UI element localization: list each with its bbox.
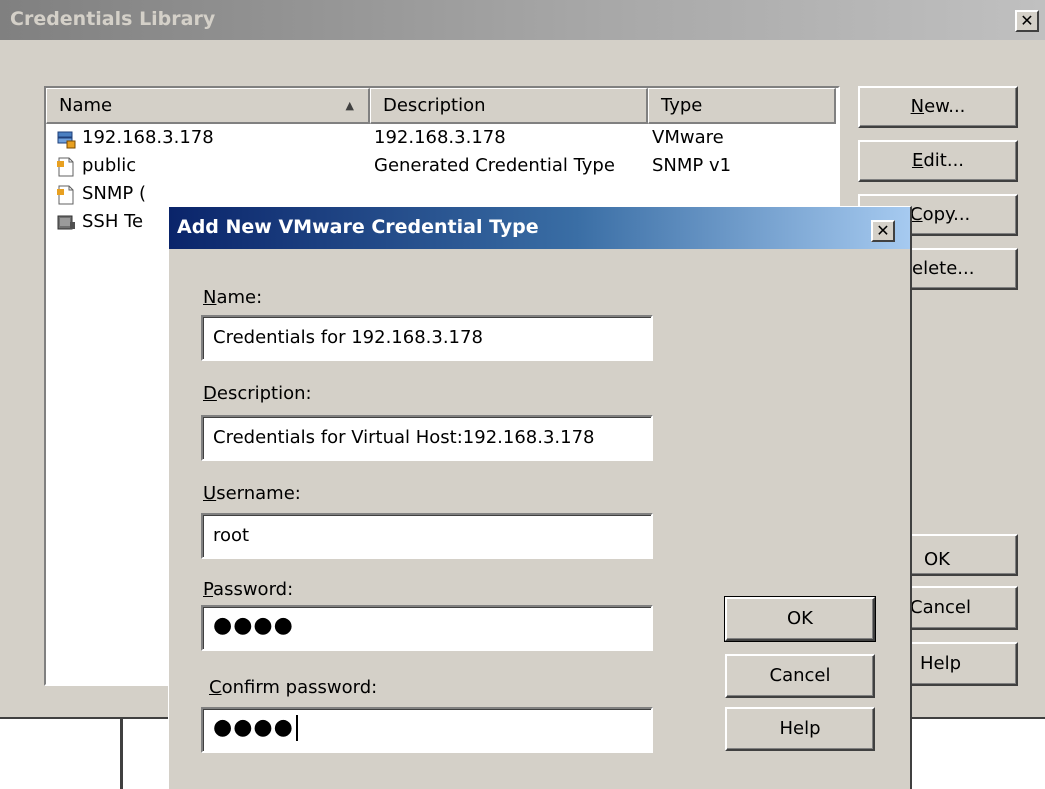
background-divider [120,719,124,789]
column-header-type[interactable]: Type [648,88,836,124]
dialog-title-bar[interactable]: Add New VMware Credential Type ✕ [169,207,910,249]
column-header-type-label: Type [661,95,703,116]
row-name: SNMP ( [82,183,147,204]
column-header-name[interactable]: Name ▲ [46,88,370,124]
username-field-value: root [213,525,250,546]
new-button[interactable]: New... [858,86,1018,128]
column-header-description[interactable]: Description [370,88,648,124]
vmware-host-icon [57,131,76,149]
column-header-description-label: Description [383,95,486,116]
library-title: Credentials Library [10,8,216,30]
row-description: Generated Credential Type [374,155,615,176]
edit-button-mnemonic: E [911,150,924,171]
username-label: Username: [203,483,301,504]
new-button-label: ew... [924,96,966,117]
dialog-help-button[interactable]: Help [725,707,875,751]
name-label: Name: [203,287,262,308]
delete-button-label: elete... [912,258,975,279]
dialog-cancel-label: Cancel [769,665,831,686]
row-name: public [82,155,137,176]
confirm-password-field[interactable]: ●●●● [201,707,653,753]
name-label-mnemonic: N [203,287,217,308]
description-field-value: Credentials for Virtual Host:192.168.3.1… [213,427,595,448]
password-label-mnemonic: P [203,579,214,600]
library-close-button[interactable]: ✕ [1015,10,1039,32]
row-type: SNMP v1 [652,155,732,176]
add-vmware-credential-dialog: Add New VMware Credential Type ✕ Name: C… [168,206,912,789]
row-name: SSH Te [82,211,144,232]
password-field-value: ●●●● [213,613,294,638]
dialog-ok-label: OK [787,608,813,629]
text-caret [295,715,298,741]
library-cancel-label: Cancel [910,597,971,618]
row-description: 192.168.3.178 [374,127,506,148]
description-label-text: escription: [216,383,312,404]
row-name: 192.168.3.178 [82,127,214,148]
library-help-label: Help [920,653,962,674]
list-row[interactable]: SNMP ( [46,182,836,209]
dialog-help-label: Help [779,718,821,739]
dialog-cancel-button[interactable]: Cancel [725,654,875,698]
library-title-bar[interactable]: Credentials Library ✕ [0,0,1045,40]
confirm-password-label: Confirm password: [209,677,377,698]
password-label: Password: [203,579,293,600]
name-field-value: Credentials for 192.168.3.178 [213,327,483,348]
new-button-mnemonic: N [910,96,925,117]
username-label-text: sername: [216,483,301,504]
description-label-mnemonic: D [203,383,217,404]
confirm-password-label-text: onfirm password: [221,677,378,698]
list-row[interactable]: public Generated Credential Type SNMP v1 [46,154,836,181]
dialog-close-button[interactable]: ✕ [871,220,895,242]
copy-button-label: opy... [922,204,971,225]
terminal-icon [57,215,75,230]
password-field[interactable]: ●●●● [201,605,653,651]
edit-button[interactable]: Edit... [858,140,1018,182]
library-ok-label: OK [924,549,950,570]
description-field[interactable]: Credentials for Virtual Host:192.168.3.1… [201,415,653,461]
row-type: VMware [652,127,724,148]
username-label-mnemonic: U [203,483,217,504]
username-field[interactable]: root [201,513,653,559]
edit-button-label: dit... [923,150,965,171]
name-label-text: ame: [216,287,263,308]
name-field[interactable]: Credentials for 192.168.3.178 [201,315,653,361]
column-header-name-label: Name [59,95,113,116]
sort-ascending-icon: ▲ [345,99,354,112]
list-row[interactable]: 192.168.3.178 192.168.3.178 VMware [46,126,836,153]
document-icon [57,185,74,205]
dialog-title: Add New VMware Credential Type [177,216,539,238]
confirm-password-field-value: ●●●● [213,715,294,740]
dialog-ok-button[interactable]: OK [724,596,876,642]
confirm-password-label-mnemonic: C [209,677,222,698]
document-icon [57,157,74,177]
password-label-text: assword: [213,579,294,600]
description-label: Description: [203,383,312,404]
